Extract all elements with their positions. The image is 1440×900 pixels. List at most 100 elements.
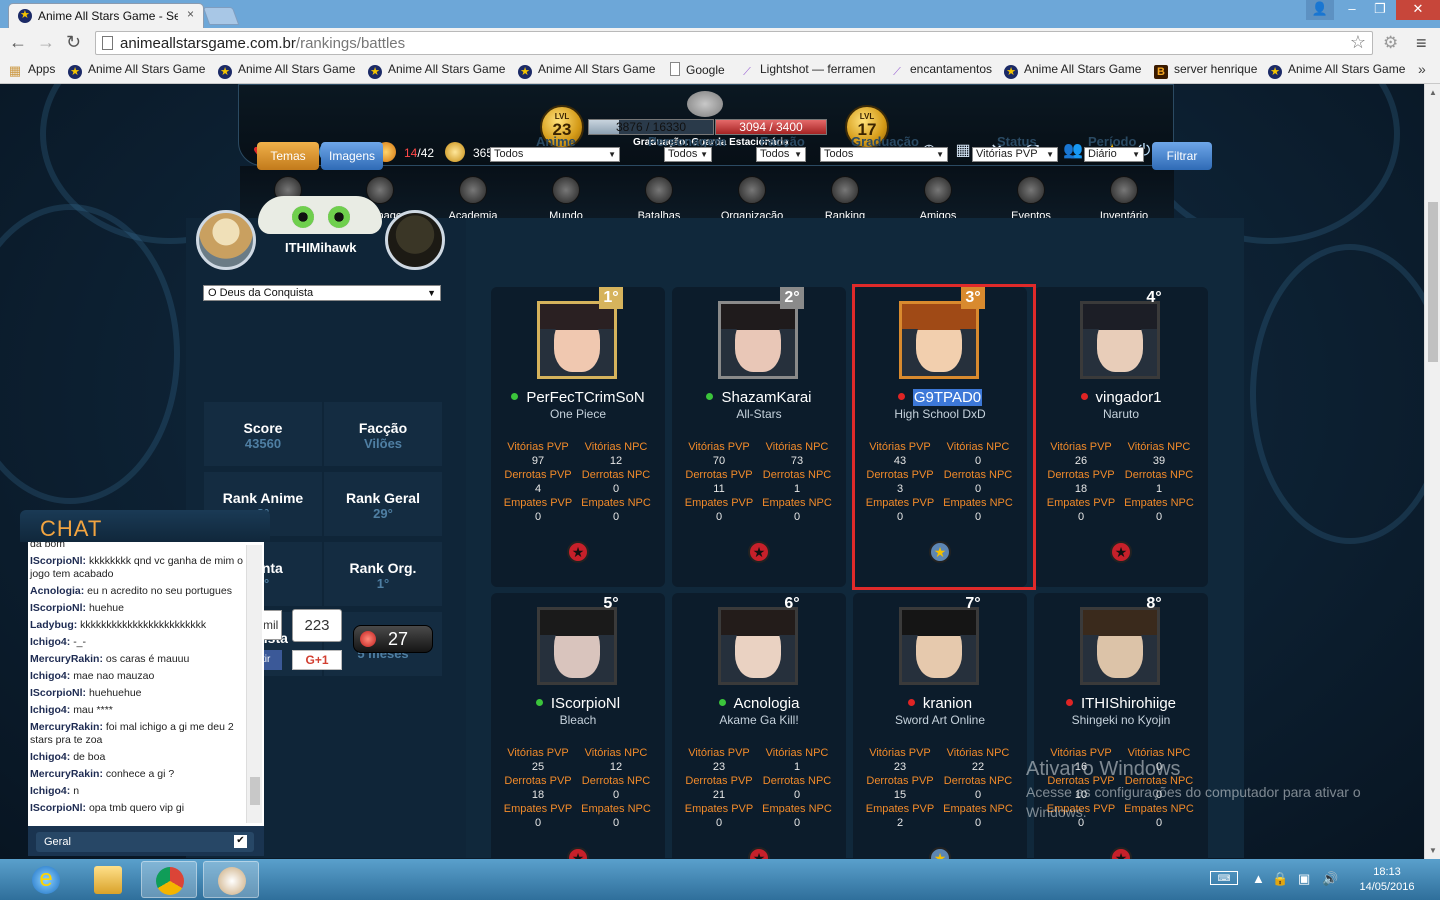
player-name[interactable]: vingador1 [1034,389,1208,406]
ranking-card[interactable]: 7° kranion Sword Art Online Vitórias PVP Vit… [853,593,1027,893]
filter-select[interactable]: Todos ▼ [820,147,948,162]
chat-username[interactable]: IScorpioNl: [30,555,86,567]
scroll-up-icon[interactable]: ▲ [1429,88,1437,97]
taskbar-paint[interactable] [203,861,259,898]
player-portrait[interactable] [1080,301,1160,379]
network-icon[interactable]: ▣ [1298,871,1310,887]
ranking-card[interactable]: 1° PerFecTCrimSoN One Piece Vitórias PVP Vit… [491,287,665,587]
avatar[interactable] [385,210,445,270]
new-tab-button[interactable] [202,7,240,25]
chat-header[interactable]: CHAT [20,510,270,542]
nav-item[interactable]: Amigos [898,176,978,222]
bookmark-item[interactable]: ★ Anime All Stars Game [518,62,655,79]
chat-channel-select[interactable]: Geral [36,832,254,852]
chat-scrollbar[interactable] [246,545,262,823]
player-portrait[interactable] [718,301,798,379]
title-select[interactable]: O Deus da Conquista ▼ [203,285,441,301]
ranking-card[interactable]: 6° Acnologia Akame Ga Kill! Vitórias PVP Vit… [672,593,846,893]
player-portrait[interactable] [1080,607,1160,685]
extension-icon[interactable]: ⚙ [1383,33,1398,53]
bookmark-item[interactable]: Google [670,62,725,77]
nav-item[interactable]: Ranking [805,176,885,222]
player-name[interactable]: ITHIShirohiige [1034,695,1208,712]
player-name[interactable]: PerFecTCrimSoN [491,389,665,406]
page-scroll-thumb[interactable] [1428,202,1438,362]
minimize-button[interactable]: – [1338,0,1366,20]
user-icon[interactable]: 👤 [1306,0,1334,20]
tab-temas[interactable]: Temas [257,142,319,170]
taskbar-ie[interactable]: e [18,861,74,898]
scroll-down-icon[interactable]: ▼ [1429,846,1437,855]
filter-select[interactable]: Todos ▼ [664,147,712,162]
bookmark-item[interactable]: ★ Anime All Stars Game [218,62,355,79]
reload-icon[interactable]: ↻ [66,32,81,53]
browser-tab[interactable]: Anime All Stars Game - Se × [8,3,204,28]
chat-username[interactable]: Ichigo4: [30,785,70,797]
bookmark-item[interactable]: ★ Anime All Stars Game [1268,62,1405,79]
show-hidden-icons[interactable]: ▲ [1252,871,1265,886]
player-portrait[interactable] [537,607,617,685]
chat-username[interactable]: IScorpioNl: [30,802,86,814]
star-badge-icon[interactable]: ★ [567,541,589,563]
ranking-card[interactable]: 4° vingador1 Naruto Vitórias PVP Vitórias NP… [1034,287,1208,587]
chat-username[interactable]: IScorpioNl: [30,602,86,614]
close-window-button[interactable]: ✕ [1396,0,1440,20]
ranking-card[interactable]: 2° ShazamKarai All-Stars Vitórias PVP Vitóri… [672,287,846,587]
back-icon[interactable]: ← [9,32,27,53]
bookmark-item[interactable]: ★ Anime All Stars Game [368,62,505,79]
player-name[interactable]: IScorpioNl [491,695,665,712]
security-icon[interactable]: 🔒 [1272,871,1288,887]
close-tab-icon[interactable]: × [187,7,194,21]
filter-select[interactable]: Vitórias PVP ▼ [972,147,1058,162]
keyboard-icon[interactable]: ⌨ [1210,871,1238,885]
chat-username[interactable]: Acnologia: [30,585,84,597]
ranking-card[interactable]: 8° ITHIShirohiige Shingeki no Kyojin Vitóri… [1034,593,1208,893]
url-input[interactable]: animeallstarsgame.com.br/rankings/battle… [95,31,1373,55]
chat-username[interactable]: IScorpioNl: [30,687,86,699]
bookmark-item[interactable]: Bserver henrique [1154,62,1257,79]
tab-imagens[interactable]: Imagens [321,142,383,170]
player-name[interactable]: ShazamKarai [672,389,846,406]
filter-select[interactable]: Todos ▼ [756,147,806,162]
maximize-button[interactable]: ❐ [1366,0,1394,20]
taskbar-explorer[interactable] [80,861,136,898]
chat-username[interactable]: MercuryRakin: [30,768,103,780]
bookmark-item[interactable]: ★ Anime All Stars Game [1004,62,1141,79]
bookmark-star-icon[interactable]: ☆ [1350,32,1366,53]
chat-username[interactable]: Ichigo4: [30,704,70,716]
player-name[interactable]: kranion [853,695,1027,712]
avatar[interactable] [196,210,256,270]
chat-username[interactable]: MercuryRakin: [30,653,103,665]
nav-item[interactable]: Inventário [1084,176,1164,222]
nav-item[interactable]: Mundo [526,176,606,222]
bookmark-item[interactable]: ⟋ Lightshot — ferramen [740,62,875,79]
chat-channel-checkbox[interactable]: ✔ [234,835,247,848]
chat-username[interactable]: Ichigo4: [30,636,70,648]
filter-select[interactable]: Diário ▼ [1084,147,1144,162]
gplus-button[interactable]: G+1 [292,650,342,670]
menu-icon[interactable]: ≡ [1416,33,1427,54]
volume-icon[interactable]: 🔊 [1322,871,1338,887]
nav-item[interactable]: Organização [712,176,792,222]
taskbar-chrome[interactable] [141,861,197,898]
filter-button[interactable]: Filtrar [1152,142,1212,170]
chat-username[interactable]: Ladybug: [30,619,77,631]
ranking-card[interactable]: 5° IScorpioNl Bleach Vitórias PVP Vitórias N… [491,593,665,893]
facebook-share-button[interactable]: tir [262,650,282,670]
star-badge-icon[interactable]: ★ [748,541,770,563]
page-scrollbar[interactable]: ▲ ▼ [1424,84,1440,859]
chat-username[interactable]: Ichigo4: [30,670,70,682]
nav-item[interactable]: Eventos [991,176,1071,222]
player-name[interactable]: Acnologia [672,695,846,712]
more-bookmarks-icon[interactable]: » [1418,61,1426,77]
player-portrait[interactable] [899,607,979,685]
player-portrait[interactable] [718,607,798,685]
chat-username[interactable]: MercuryRakin: [30,721,103,733]
bookmark-item[interactable]: ★ Anime All Stars Game [68,62,205,79]
star-badge-icon[interactable]: ★ [1110,541,1132,563]
player-portrait[interactable] [537,301,617,379]
gift-icon[interactable]: ▦ [952,140,974,162]
friends-icon[interactable]: 👥 [1062,140,1084,162]
nav-item[interactable]: Batalhas [619,176,699,222]
bookmark-item[interactable]: ▦ Apps [8,62,56,78]
